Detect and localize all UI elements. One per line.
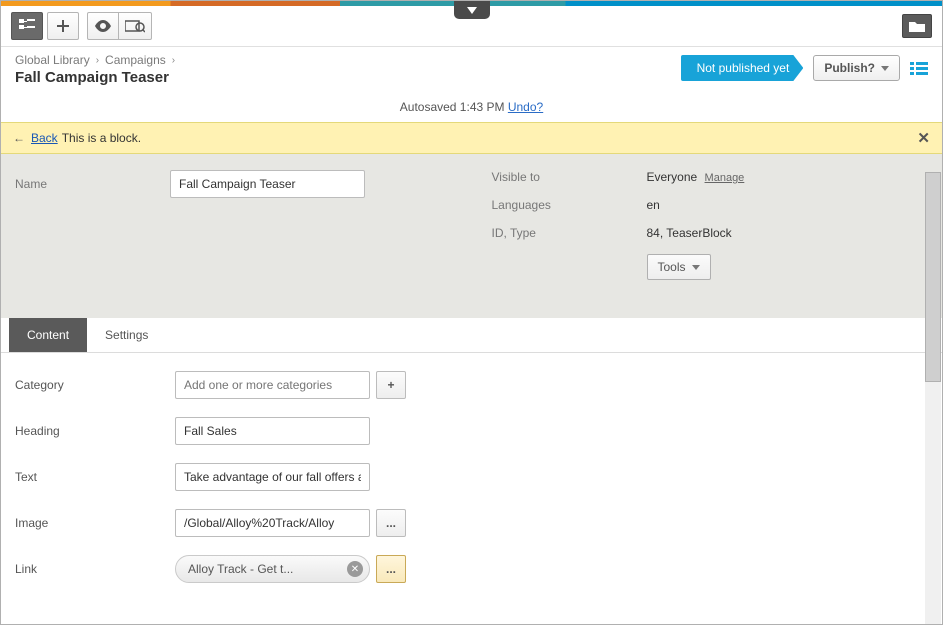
category-label: Category bbox=[15, 378, 175, 392]
back-link[interactable]: Back bbox=[31, 131, 58, 145]
id-type-value: 84, TeaserBlock bbox=[647, 226, 732, 240]
tab-content[interactable]: Content bbox=[9, 318, 87, 352]
info-banner: ← Back This is a block. ✕ bbox=[1, 122, 942, 154]
visible-to-label: Visible to bbox=[492, 170, 647, 184]
name-input[interactable] bbox=[170, 170, 365, 198]
link-browse-button[interactable]: ... bbox=[376, 555, 406, 583]
info-banner-text: This is a block. bbox=[62, 131, 141, 145]
tools-button-label: Tools bbox=[658, 260, 686, 274]
link-chip[interactable]: Alloy Track - Get t... ✕ bbox=[175, 555, 370, 583]
breadcrumb-section[interactable]: Campaigns bbox=[105, 53, 166, 67]
add-button[interactable] bbox=[47, 12, 79, 40]
back-arrow-icon: ← bbox=[13, 131, 25, 145]
text-label: Text bbox=[15, 470, 175, 484]
id-type-label: ID, Type bbox=[492, 226, 647, 240]
image-browse-button[interactable]: ... bbox=[376, 509, 406, 537]
assets-panel-button[interactable] bbox=[902, 14, 932, 38]
name-label: Name bbox=[15, 177, 170, 191]
heading-label: Heading bbox=[15, 424, 175, 438]
autosave-status: Autosaved 1:43 PM Undo? bbox=[1, 100, 942, 122]
scrollbar[interactable] bbox=[925, 172, 941, 624]
tools-button[interactable]: Tools bbox=[647, 254, 711, 280]
metadata-panel: Name Visible to Everyone Manage Language… bbox=[1, 154, 942, 318]
breadcrumb-root[interactable]: Global Library bbox=[15, 53, 90, 67]
visible-to-value: Everyone bbox=[647, 170, 698, 184]
tab-settings[interactable]: Settings bbox=[87, 318, 166, 352]
category-input[interactable] bbox=[175, 371, 370, 399]
publish-button[interactable]: Publish? bbox=[813, 55, 900, 81]
chevron-down-icon bbox=[881, 66, 889, 71]
undo-link[interactable]: Undo? bbox=[508, 100, 543, 114]
image-input[interactable] bbox=[175, 509, 370, 537]
close-icon[interactable]: ✕ bbox=[917, 129, 930, 147]
page-header: Global Library › Campaigns › Fall Campai… bbox=[1, 47, 942, 100]
publish-status-badge: Not published yet bbox=[681, 55, 804, 81]
link-label: Link bbox=[15, 562, 175, 576]
scrollbar-thumb[interactable] bbox=[925, 172, 941, 382]
compare-view-button[interactable] bbox=[118, 12, 152, 40]
publish-button-label: Publish? bbox=[824, 61, 875, 75]
link-chip-text: Alloy Track - Get t... bbox=[188, 562, 341, 576]
nav-tree-button[interactable] bbox=[11, 12, 43, 40]
options-list-icon[interactable] bbox=[910, 62, 928, 75]
remove-link-icon[interactable]: ✕ bbox=[347, 561, 363, 577]
languages-label: Languages bbox=[492, 198, 647, 212]
manage-visibility-link[interactable]: Manage bbox=[705, 172, 745, 184]
text-input[interactable] bbox=[175, 463, 370, 491]
heading-input[interactable] bbox=[175, 417, 370, 445]
preview-button[interactable] bbox=[87, 12, 119, 40]
autosave-text: Autosaved 1:43 PM bbox=[400, 100, 505, 114]
add-category-button[interactable]: + bbox=[376, 371, 406, 399]
chevron-down-icon bbox=[692, 265, 700, 270]
languages-value: en bbox=[647, 198, 660, 212]
top-menu-dropdown[interactable] bbox=[454, 1, 490, 19]
content-form: Category + Heading Text Image ... Link A… bbox=[1, 353, 942, 613]
editor-tabs: Content Settings bbox=[1, 318, 942, 353]
image-label: Image bbox=[15, 516, 175, 530]
